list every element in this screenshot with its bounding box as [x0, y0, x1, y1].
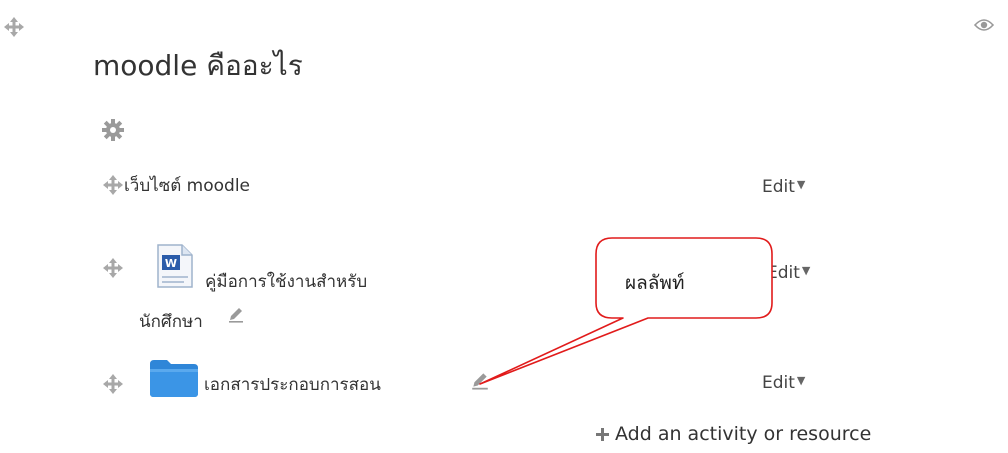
callout-text: ผลลัพท์	[625, 272, 685, 294]
callout-shape	[479, 237, 773, 385]
